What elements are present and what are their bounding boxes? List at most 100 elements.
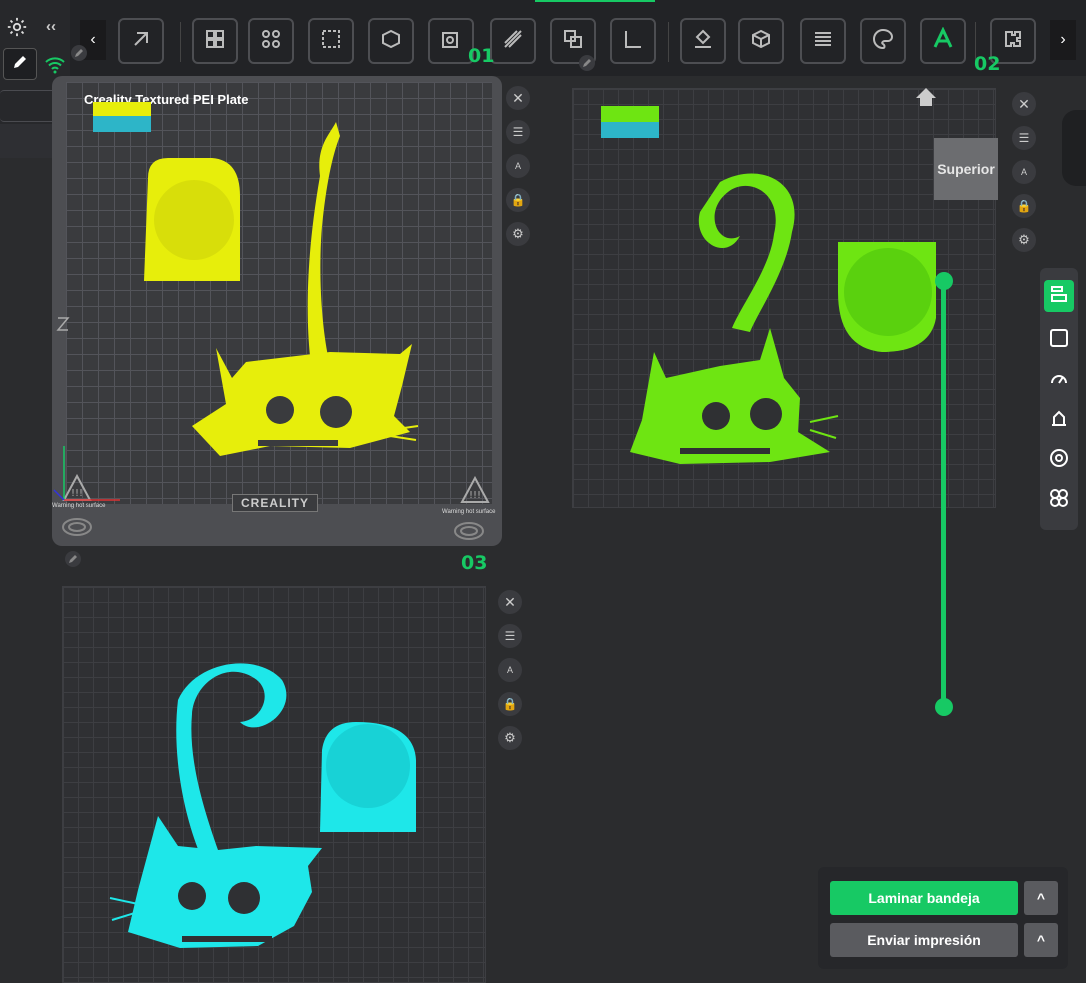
toolbar-separator	[180, 22, 181, 62]
color-paint-tool-button[interactable]	[860, 18, 906, 64]
plate-settings-button[interactable]: ⚙	[506, 222, 530, 246]
gear-icon: ⚙	[504, 730, 516, 745]
gear-icon: ⚙	[1018, 232, 1030, 247]
cube-tool-button[interactable]	[368, 18, 414, 64]
plate-number-02: 02	[974, 53, 1001, 75]
speed-button[interactable]	[1044, 364, 1074, 396]
plate-objects-button[interactable]: ☰	[498, 624, 522, 648]
plate-close-button[interactable]: ✕	[1012, 92, 1036, 116]
objects-icon	[1049, 284, 1069, 309]
coaster-disc	[844, 248, 932, 336]
cat-tail-cyan	[176, 663, 287, 854]
plate-auto-arrange-button[interactable]: A	[1012, 160, 1036, 184]
plate-03-models	[109, 663, 416, 948]
support-painting-tool-button[interactable]	[680, 18, 726, 64]
auto-fit-tool-button[interactable]	[308, 18, 354, 64]
edit-plate-icon[interactable]	[70, 44, 88, 67]
close-icon: ✕	[504, 593, 516, 610]
arrange-tool-button[interactable]	[192, 18, 238, 64]
measure-icon	[621, 27, 645, 56]
cat-tail-yellow	[307, 122, 340, 356]
slice-tool-button[interactable]	[490, 18, 536, 64]
list-icon: ☰	[504, 629, 516, 643]
plate-close-button[interactable]: ✕	[506, 86, 530, 110]
cat-whisker	[809, 429, 837, 439]
close-icon: ✕	[1018, 95, 1030, 112]
clover-icon	[1049, 488, 1069, 513]
assembly-icon	[1001, 27, 1025, 56]
plate-number-01: 01	[468, 45, 495, 67]
plate-lock-button[interactable]: 🔒	[1012, 194, 1036, 218]
cat-body-cyan[interactable]	[128, 816, 322, 948]
text-tool-button[interactable]	[920, 18, 966, 64]
slice-action-panel: Laminar bandeja ^ Enviar impresión ^	[818, 867, 1068, 969]
toolbar-next-button[interactable]: ›	[1050, 20, 1076, 60]
cube-icon	[379, 27, 403, 56]
layer-slider-bottom-handle[interactable]	[935, 698, 953, 716]
plate-objects-button[interactable]: ☰	[506, 120, 530, 144]
auto-arrange-icon: A	[506, 665, 513, 675]
cat-whisker	[389, 435, 417, 441]
send-options-button[interactable]: ^	[1024, 923, 1058, 957]
plate-close-button[interactable]: ✕	[498, 590, 522, 614]
cat-body-yellow[interactable]	[192, 344, 412, 456]
orient-tool-button[interactable]	[248, 18, 294, 64]
mesh-cube-icon	[439, 27, 463, 56]
plate-auto-arrange-button[interactable]: A	[506, 154, 530, 178]
slice-options-button[interactable]: ^	[1024, 881, 1058, 915]
plate-auto-arrange-button[interactable]: A	[498, 658, 522, 682]
plate-02-models	[630, 173, 936, 464]
layers-tool-button[interactable]	[800, 18, 846, 64]
bounding-box-button[interactable]	[1044, 324, 1074, 356]
home-icon[interactable]	[914, 86, 938, 113]
cat-slot	[680, 448, 770, 454]
cat-eye	[266, 396, 294, 424]
gear-icon[interactable]	[6, 16, 28, 43]
view-cube[interactable]: Superior	[934, 138, 998, 200]
brand-logo: CREALITY	[232, 494, 318, 512]
layer-slider[interactable]	[941, 281, 946, 707]
cat-slot	[182, 936, 272, 942]
plate-lock-button[interactable]: 🔒	[498, 692, 522, 716]
support-painting-icon	[691, 27, 715, 56]
plate-lock-button[interactable]: 🔒	[506, 188, 530, 212]
support-button[interactable]	[1044, 404, 1074, 436]
gear-icon: ⚙	[512, 226, 524, 241]
plate-settings-button[interactable]: ⚙	[498, 726, 522, 750]
cat-eye	[702, 402, 730, 430]
edit-plate-icon[interactable]	[64, 550, 82, 573]
hollow-cube-icon	[749, 27, 773, 56]
support-icon	[1049, 408, 1069, 433]
boolean-icon	[561, 27, 585, 56]
toolbar-separator	[668, 22, 669, 62]
multi-material-button[interactable]	[1044, 484, 1074, 516]
cat-body-green[interactable]	[630, 328, 830, 464]
edit-button[interactable]	[3, 48, 37, 80]
send-print-button[interactable]: Enviar impresión	[830, 923, 1018, 957]
arrange-icon	[203, 27, 227, 56]
color-paint-icon	[871, 27, 895, 56]
printer-select[interactable]	[0, 90, 59, 122]
right-panel-toggle[interactable]	[1062, 110, 1086, 186]
plate-settings-button[interactable]: ⚙	[1012, 228, 1036, 252]
measure-tool-button[interactable]	[610, 18, 656, 64]
text-icon	[931, 25, 955, 56]
axes-icon	[52, 442, 122, 507]
infill-button[interactable]	[1044, 444, 1074, 476]
collapse-panel-icon[interactable]: ‹‹	[46, 18, 56, 35]
list-icon: ☰	[512, 125, 524, 139]
cat-slot	[258, 440, 338, 446]
speedometer-icon	[1049, 368, 1069, 393]
right-toolbar	[1040, 268, 1078, 530]
list-icon: ☰	[1018, 131, 1030, 145]
cat-whisker	[109, 897, 139, 905]
fingerprint-icon	[60, 516, 94, 543]
objects-panel-button[interactable]	[1044, 280, 1074, 312]
layer-slider-top-handle[interactable]	[935, 272, 953, 290]
plate-number-03: 03	[461, 552, 488, 574]
add-plate-tool-button[interactable]	[118, 18, 164, 64]
hollow-cube-tool-button[interactable]	[738, 18, 784, 64]
slice-plate-button[interactable]: Laminar bandeja	[830, 881, 1018, 915]
edit-plate-icon[interactable]	[578, 54, 596, 77]
plate-objects-button[interactable]: ☰	[1012, 126, 1036, 150]
